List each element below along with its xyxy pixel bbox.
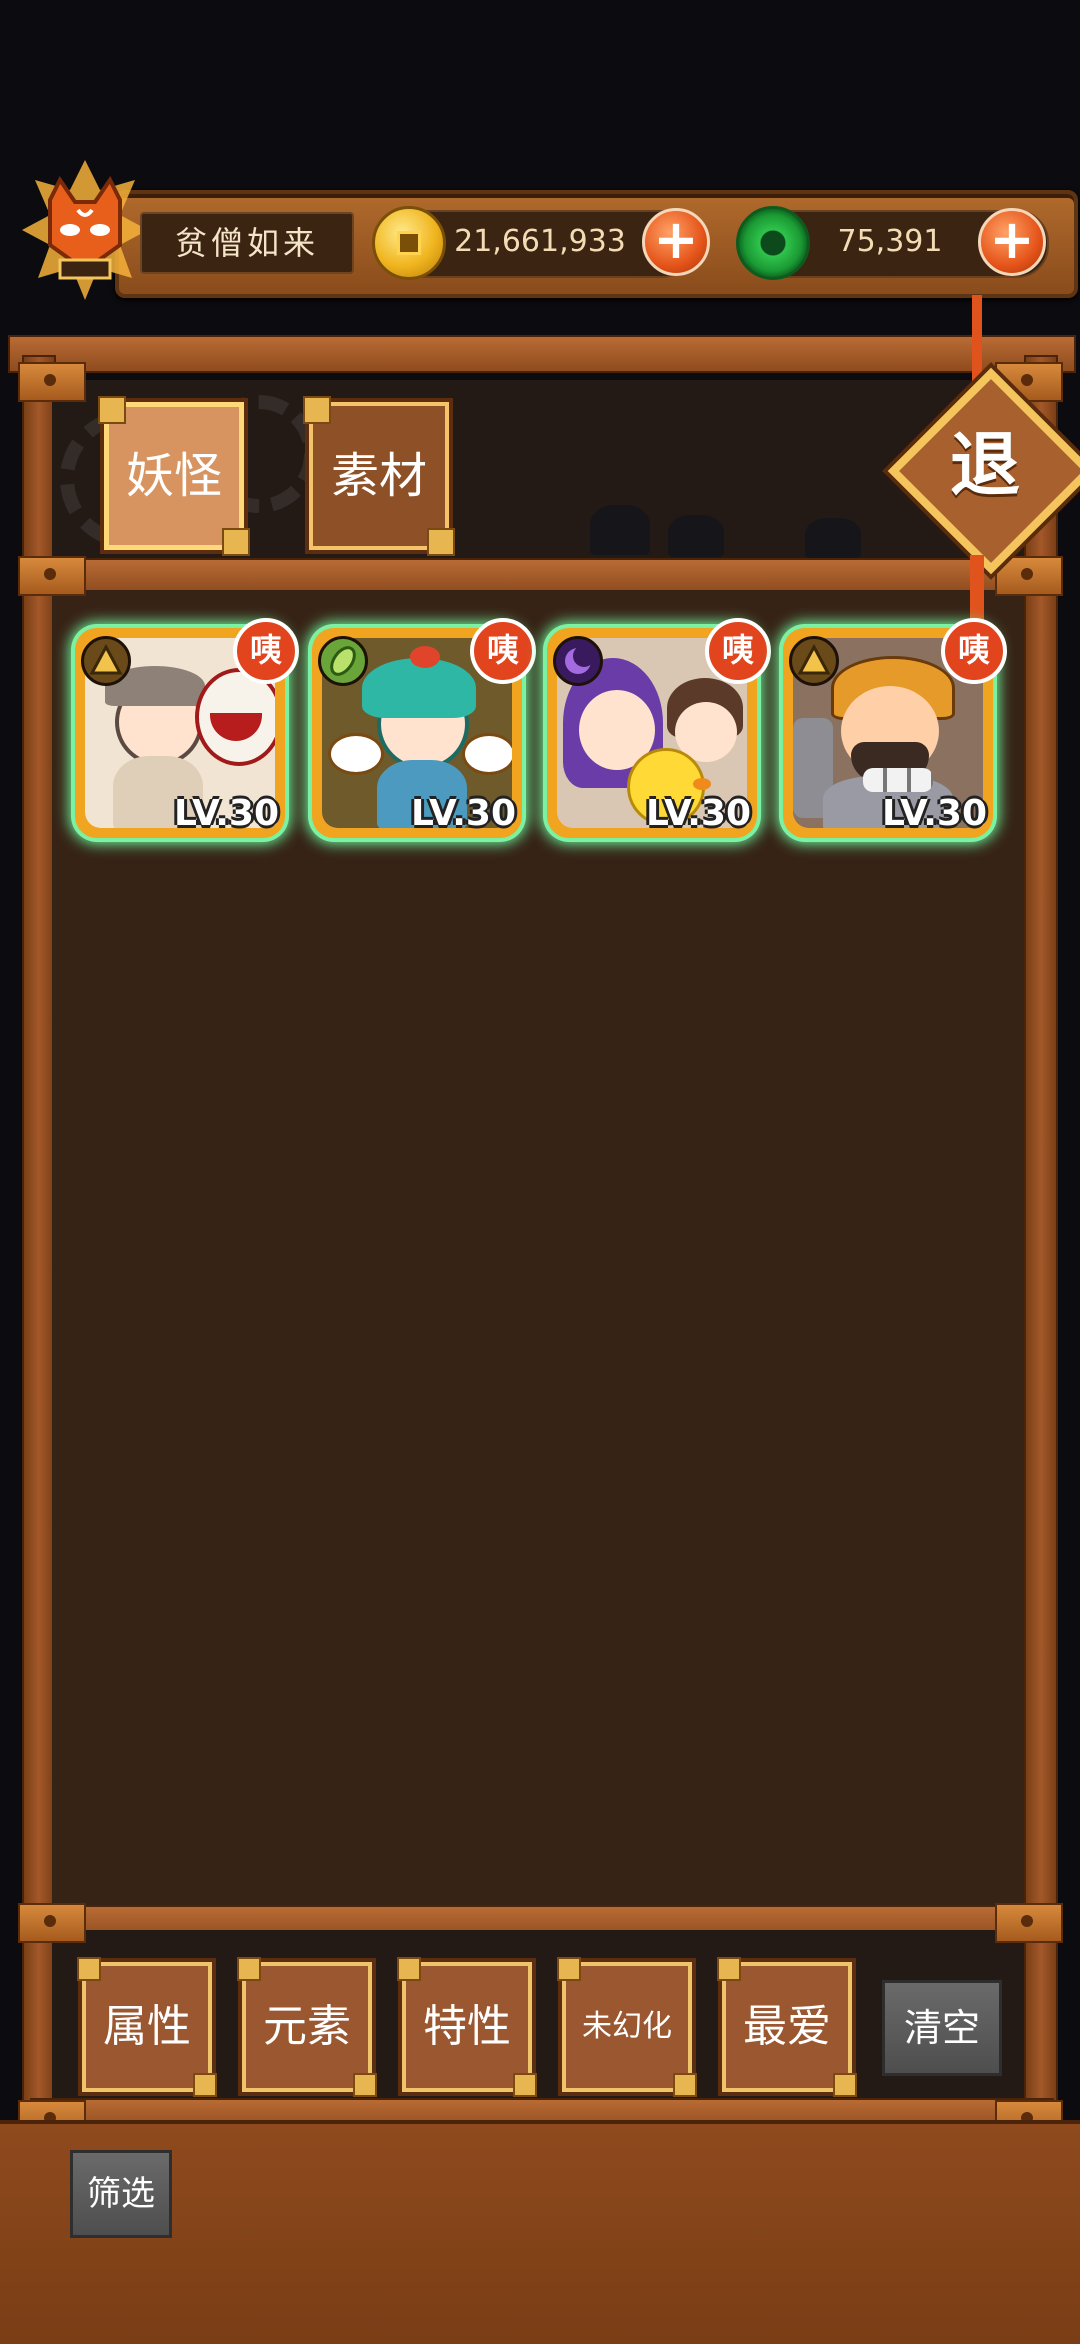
clear-button[interactable]: 清空 [882,1980,1002,2076]
bracket [18,1903,86,1943]
exit-button[interactable]: 退 [887,367,1080,575]
shelf-top-beam [8,335,1076,373]
shadow-critter [668,515,724,557]
card-badge: 咦 [233,618,299,684]
shelf-right-post [1024,355,1058,2139]
player-name: 贫僧如来 [140,212,354,274]
tab-monsters[interactable]: 妖怪 [98,396,250,556]
shelf-left-post [22,355,56,2139]
coin-amount: 21,661,933 [454,224,626,259]
monster-card[interactable]: 咦 LV.30 [783,618,1007,838]
jade-ring-icon [736,206,810,280]
monster-level: LV.30 [411,793,516,834]
monster-level: LV.30 [174,793,279,834]
filter-not-transformed-button[interactable]: 未幻化 [557,1957,697,2097]
card-badge: 咦 [705,618,771,684]
filter-toggle-button[interactable]: 筛选 [70,2150,172,2238]
leaf-element-icon [318,636,368,686]
player-avatar[interactable] [20,160,150,300]
bracket [18,556,86,596]
add-jade-button[interactable]: + [978,208,1046,276]
bracket [18,362,86,402]
shadow-critter [590,505,650,555]
bracket [995,1903,1063,1943]
monster-card[interactable]: 咦 LV.30 [312,618,536,838]
exit-tassel-bottom [970,555,984,625]
shelf-middle-beam [30,558,1054,594]
filter-element-button[interactable]: 元素 [237,1957,377,2097]
monster-level: LV.30 [882,793,987,834]
filter-attribute-button[interactable]: 属性 [77,1957,217,2097]
gold-coin-icon [372,206,446,280]
add-coins-button[interactable]: + [642,208,710,276]
filter-trait-button[interactable]: 特性 [397,1957,537,2097]
monster-level: LV.30 [646,793,751,834]
filter-favorite-button[interactable]: 最爱 [717,1957,857,2097]
bracket [995,556,1063,596]
shadow-critter [805,518,861,558]
moon-element-icon [553,636,603,686]
triangle-element-icon [789,636,839,686]
card-badge: 咦 [941,618,1007,684]
triangle-element-icon [81,636,131,686]
exit-label: 退 [950,424,1020,506]
monster-card[interactable]: 咦 LV.30 [547,618,771,838]
card-badge: 咦 [470,618,536,684]
jade-amount: 75,391 [837,224,943,259]
monster-card[interactable]: 咦 LV.30 [75,618,299,838]
tab-materials[interactable]: 素材 [303,396,455,556]
fox-mask-icon [22,160,148,300]
